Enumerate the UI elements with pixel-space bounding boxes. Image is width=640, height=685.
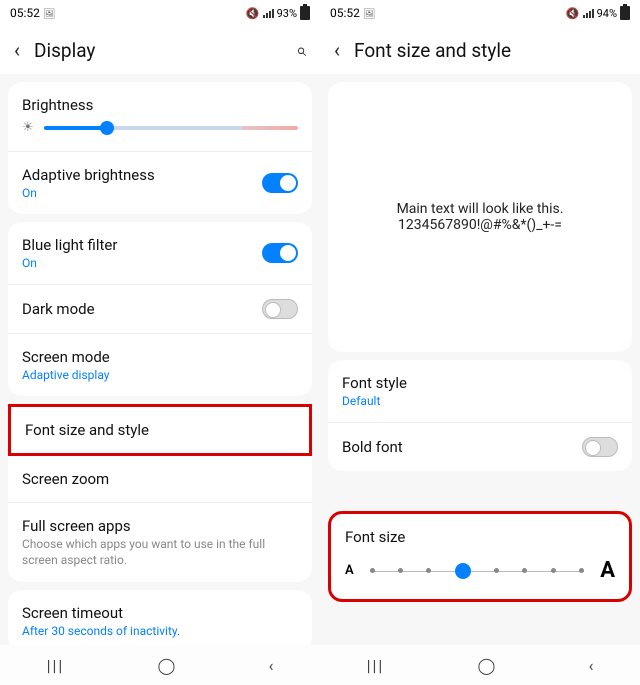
dark-mode-switch[interactable] (262, 299, 298, 319)
row-font-size-and-style[interactable]: Font size and style (11, 407, 309, 453)
mute-icon: 🔇 (566, 7, 580, 20)
font-size-label: Font size (345, 528, 615, 546)
nav-home[interactable]: ◯ (478, 656, 496, 675)
blue-light-switch[interactable] (262, 243, 298, 263)
full-screen-sub: Choose which apps you want to use in the… (22, 537, 298, 568)
nav-back[interactable]: ‹ (269, 656, 274, 675)
adaptive-brightness-label: Adaptive brightness (22, 166, 262, 184)
full-screen-label: Full screen apps (22, 517, 298, 535)
screen-timeout-sub: After 30 seconds of inactivity. (22, 624, 298, 638)
screen-zoom-label: Screen zoom (22, 470, 298, 488)
back-icon[interactable]: ‹ (14, 38, 20, 62)
blue-light-label: Blue light filter (22, 236, 262, 254)
back-icon[interactable]: ‹ (334, 38, 340, 62)
row-screen-zoom[interactable]: Screen zoom (8, 456, 312, 503)
status-time: 05:52 (10, 6, 40, 20)
adaptive-brightness-switch[interactable] (262, 173, 298, 193)
row-bold-font[interactable]: Bold font (328, 423, 632, 471)
status-time: 05:52 (330, 6, 360, 20)
photo-icon: 🖼 (363, 9, 376, 20)
battery-icon (620, 6, 630, 20)
sun-icon: ☀ (22, 120, 34, 135)
search-icon[interactable]: ⌕ (296, 40, 306, 61)
font-size-style-label: Font size and style (25, 421, 295, 439)
nav-recents[interactable]: ||| (367, 656, 385, 675)
preview-line-2: 1234567890!@#%&*()_+-= (398, 217, 562, 233)
row-dark-mode[interactable]: Dark mode (8, 285, 312, 334)
brightness-slider[interactable] (44, 126, 298, 130)
bold-font-switch[interactable] (582, 437, 618, 457)
nav-back[interactable]: ‹ (589, 656, 594, 675)
bold-font-label: Bold font (342, 438, 582, 456)
blue-light-sub: On (22, 256, 262, 270)
slider-thumb[interactable] (100, 121, 114, 135)
signal-icon (263, 9, 274, 18)
dark-mode-label: Dark mode (22, 300, 262, 318)
brightness-label: Brightness (22, 96, 298, 114)
status-bar: 05:52 🖼 🔇 93% (0, 0, 320, 26)
screen-font-size-and-style: 05:52 🖼 🔇 94% ‹ Font size and style Main… (320, 0, 640, 685)
status-bar: 05:52 🖼 🔇 94% (320, 0, 640, 26)
header: ‹ Display ⌕ (0, 26, 320, 74)
signal-icon (583, 9, 594, 18)
row-adaptive-brightness[interactable]: Adaptive brightness On (8, 151, 312, 214)
nav-bar: ||| ◯ ‹ (320, 645, 640, 685)
nav-home[interactable]: ◯ (158, 656, 176, 675)
page-title: Display (34, 39, 282, 62)
nav-recents[interactable]: ||| (47, 656, 65, 675)
nav-bar: ||| ◯ ‹ (0, 645, 320, 685)
preview-line-1: Main text will look like this. (397, 201, 564, 217)
row-screen-mode[interactable]: Screen mode Adaptive display (8, 334, 312, 396)
mute-icon: 🔇 (246, 7, 260, 20)
screen-mode-sub: Adaptive display (22, 368, 298, 382)
font-size-slider-row: A A (331, 550, 629, 599)
photo-icon: 🖼 (43, 9, 56, 20)
font-size-thumb[interactable] (455, 563, 471, 579)
screen-display-settings: 05:52 🖼 🔇 93% ‹ Display ⌕ Brightness ☀ (0, 0, 320, 685)
font-size-slider[interactable] (370, 563, 585, 579)
row-full-screen-apps[interactable]: Full screen apps Choose which apps you w… (8, 503, 312, 582)
header: ‹ Font size and style (320, 26, 640, 74)
row-font-style[interactable]: Font style Default (328, 360, 632, 423)
adaptive-brightness-sub: On (22, 186, 262, 200)
screen-timeout-label: Screen timeout (22, 604, 298, 622)
font-style-label: Font style (342, 374, 618, 392)
page-title: Font size and style (354, 39, 626, 62)
battery-icon (300, 6, 310, 20)
row-blue-light-filter[interactable]: Blue light filter On (8, 222, 312, 285)
battery-percent: 93% (277, 7, 297, 20)
row-screen-timeout[interactable]: Screen timeout After 30 seconds of inact… (8, 590, 312, 645)
screen-mode-label: Screen mode (22, 348, 298, 366)
a-small-icon: A (345, 563, 354, 578)
font-style-sub: Default (342, 394, 618, 408)
font-preview: Main text will look like this. 123456789… (328, 82, 632, 352)
a-large-icon: A (600, 558, 615, 583)
battery-percent: 94% (597, 7, 617, 20)
